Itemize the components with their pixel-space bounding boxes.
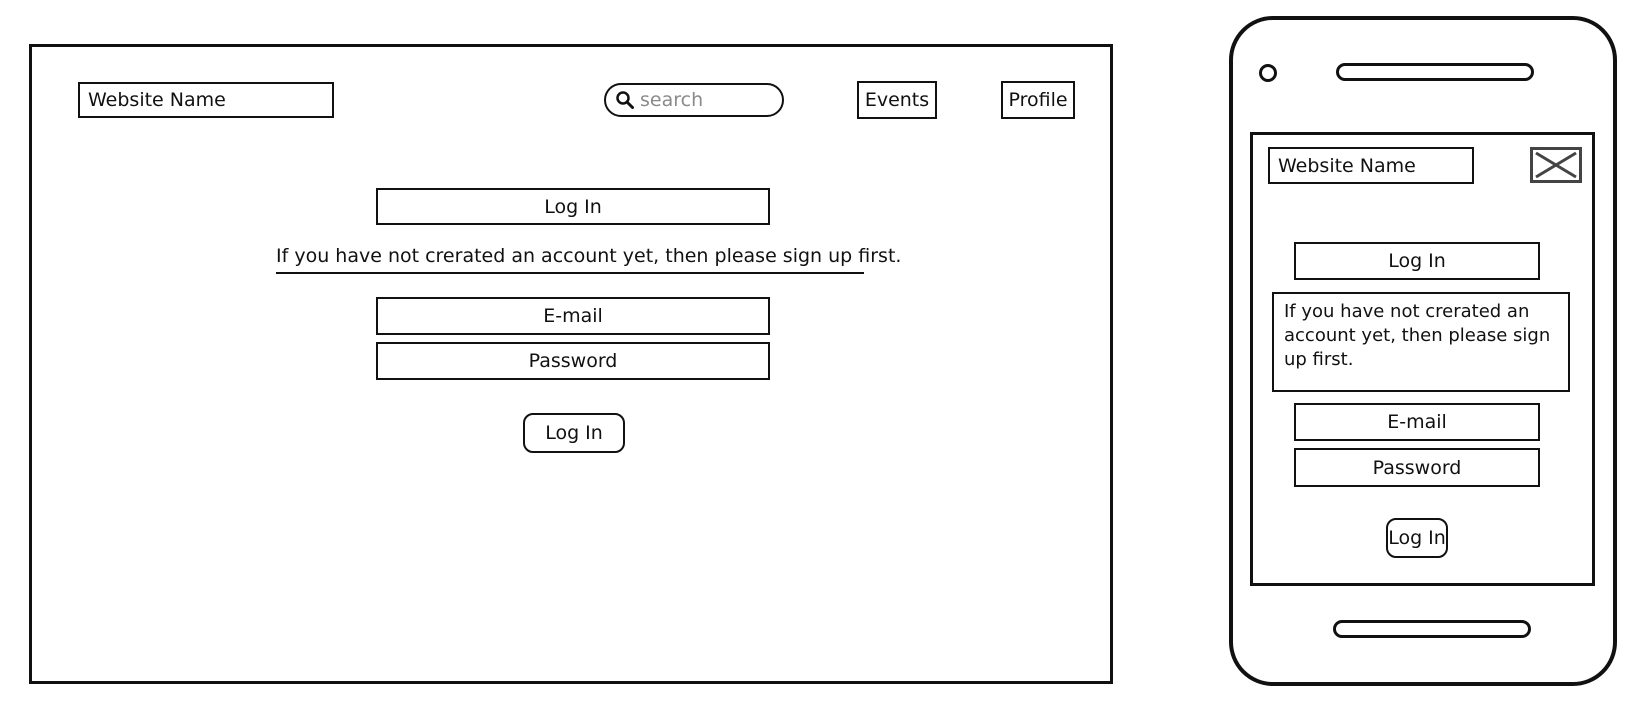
mobile-login-button[interactable]: Log In (1386, 518, 1448, 558)
search-icon (616, 91, 634, 109)
password-field[interactable]: Password (376, 342, 770, 380)
website-name-box[interactable]: Website Name (78, 82, 334, 118)
email-field[interactable]: E-mail (376, 297, 770, 335)
signup-message: If you have not crerated an account yet,… (276, 244, 901, 274)
mobile-website-name-box[interactable]: Website Name (1268, 147, 1474, 184)
phone-home-bar (1333, 620, 1531, 638)
events-nav-button[interactable]: Events (857, 81, 937, 119)
mobile-password-field[interactable]: Password (1294, 448, 1540, 487)
mobile-signup-message: If you have not crerated an account yet,… (1272, 292, 1570, 392)
close-button[interactable] (1530, 147, 1582, 183)
login-button[interactable]: Log In (523, 413, 625, 453)
mobile-login-heading: Log In (1294, 242, 1540, 280)
search-input[interactable]: search (604, 83, 784, 117)
search-placeholder: search (640, 89, 704, 111)
profile-nav-button[interactable]: Profile (1001, 81, 1075, 119)
phone-camera (1259, 64, 1277, 82)
login-heading: Log In (376, 188, 770, 225)
mobile-email-field[interactable]: E-mail (1294, 403, 1540, 441)
close-icon (1533, 150, 1579, 180)
phone-speaker (1336, 63, 1534, 81)
